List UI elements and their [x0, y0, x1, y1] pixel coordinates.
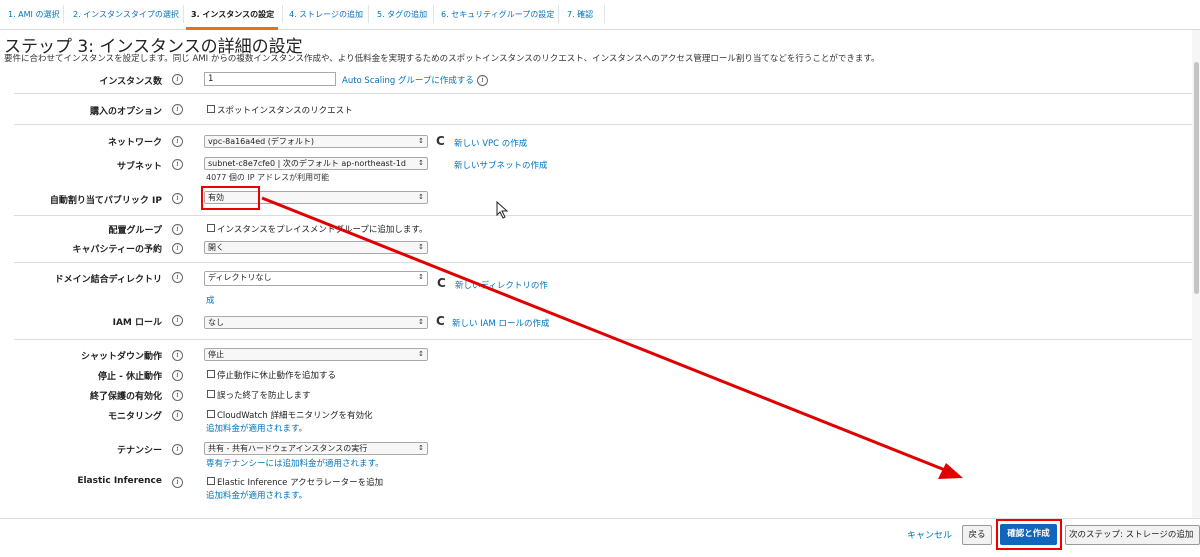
mouse-cursor-icon — [496, 201, 509, 219]
annotation-arrow-line — [261, 196, 951, 474]
annotation-arrow — [261, 196, 963, 479]
annotation-arrow-head — [938, 463, 963, 479]
